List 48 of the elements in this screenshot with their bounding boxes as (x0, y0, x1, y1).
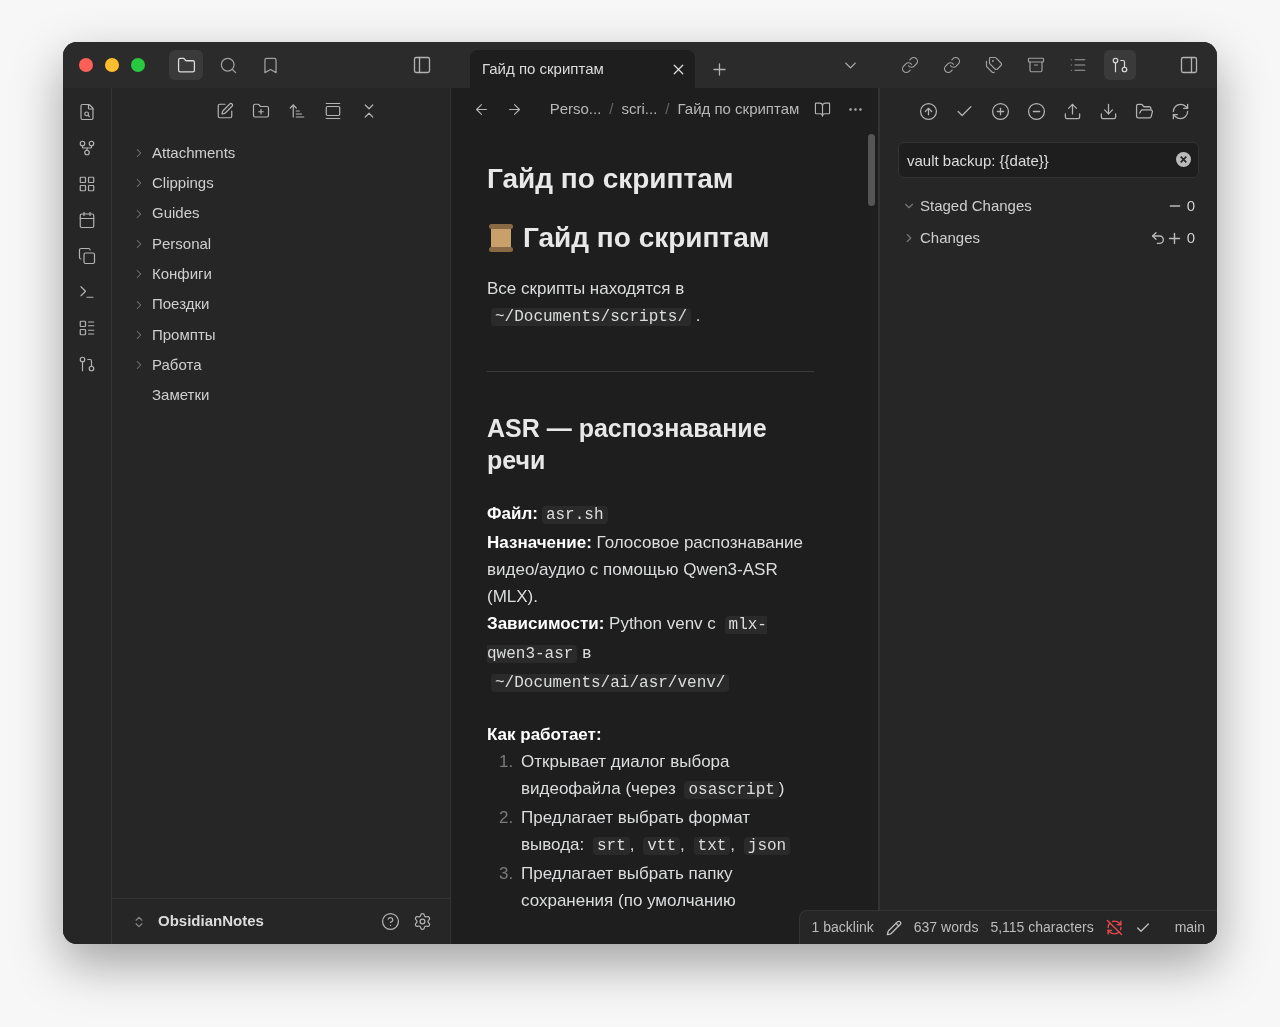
change-count: 0 (1186, 227, 1195, 248)
vault-name[interactable]: ObsidianNotes (158, 910, 374, 933)
breadcrumb-separator: / (665, 98, 670, 119)
file-item[interactable]: Заметки (152, 384, 210, 407)
breadcrumb-link[interactable]: Perso... (549, 97, 602, 121)
folder-item[interactable]: Clippings (152, 172, 214, 195)
inline-title: Гайд по скриптам (487, 162, 735, 196)
change-count: 0 (1186, 195, 1195, 216)
breadcrumb-link[interactable]: scri... (621, 97, 658, 121)
folder-icon[interactable] (169, 50, 203, 80)
paragraph: Все скрипты находятся в ~/Documents/scripts/ . (487, 278, 702, 328)
folder-item[interactable]: Конфиги (152, 263, 212, 286)
note-tab[interactable]: Гайд по скриптам (470, 50, 695, 88)
word-count: 637 words (913, 918, 979, 937)
breadcrumb-separator: / (609, 98, 614, 119)
folder-item[interactable]: Промпты (152, 323, 216, 347)
note-heading: Гайд по скриптам (523, 221, 770, 255)
backlink-count[interactable]: 1 backlink (811, 917, 874, 938)
scroll-icon (487, 222, 515, 253)
clear-icon[interactable] (1176, 152, 1191, 167)
list-item: Открывает диалог выбора видеофайла (через osascript ) (521, 751, 786, 801)
list-item: Предлагает выбрать формат вывода: srt , vtt , txt , json (521, 804, 814, 860)
sync-off-icon[interactable] (1105, 919, 1123, 936)
folder-item[interactable]: Поездки (152, 293, 210, 316)
section-title[interactable]: Staged Changes (920, 194, 1167, 218)
folder-item[interactable]: Работа (152, 353, 202, 377)
breadcrumb-link[interactable]: Гайд по скриптам (677, 97, 800, 121)
discard-icon[interactable] (1149, 230, 1166, 246)
folder-item[interactable]: Personal (152, 232, 212, 256)
folder-item[interactable]: Attachments (152, 141, 236, 165)
folder-item[interactable]: Guides (152, 202, 200, 225)
tab-title: Гайд по скриптам (482, 58, 605, 79)
section-heading: ASR — распознавание речи (487, 413, 768, 476)
field-line: Файл: asr.sh (487, 500, 814, 529)
commit-message-field[interactable]: vault backup: {{date}} (898, 142, 1199, 178)
list-item: Предлагает выбрать папку сохранения (по умолчанию (521, 863, 737, 912)
pencil-icon[interactable] (885, 919, 902, 936)
section-title[interactable]: Changes (920, 226, 1150, 250)
list-number: 2. (499, 807, 515, 829)
list-label: Как работает: (487, 724, 603, 746)
git-branch-icon[interactable] (1104, 50, 1136, 80)
character-count: 5,115 characters (990, 918, 1094, 937)
list-number: 3. (499, 863, 515, 885)
scrollbar-thumb[interactable] (867, 134, 875, 206)
field-line: Назначение: Голосовое распознавание видео/аудио с помощью Qwen3-ASR (MLX). (487, 532, 805, 608)
list-number: 1. (499, 751, 515, 773)
field-line: Зависимости: Python venv с mlx-qwen3-asr в ~/Documents/ai/asr/venv/ (487, 613, 768, 694)
branch-name[interactable]: main (1174, 917, 1205, 938)
